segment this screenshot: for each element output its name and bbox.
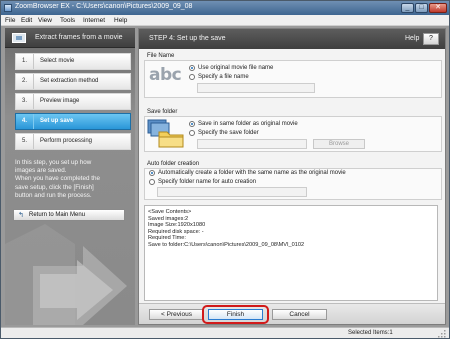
step-number: 5.	[16, 134, 34, 149]
use-original-name-radio[interactable]	[189, 65, 195, 71]
menu-help[interactable]: Help	[114, 17, 127, 24]
menu-edit[interactable]: Edit	[21, 17, 32, 24]
step-select-movie[interactable]: 1. Select movie	[15, 53, 131, 70]
step-number: 4.	[16, 114, 34, 129]
save-same-folder-radio[interactable]	[189, 121, 195, 127]
summary-line: Required disk space: -	[148, 228, 204, 235]
previous-button[interactable]: < Previous	[149, 309, 204, 320]
menu-tools[interactable]: Tools	[60, 17, 75, 24]
return-button-label: Return to Main Menu	[29, 212, 86, 218]
menu-file[interactable]: File	[5, 17, 15, 24]
minimize-button[interactable]: _	[401, 3, 414, 13]
file-name-heading: File Name	[147, 53, 175, 59]
task-panel: Extract frames from a movie 1. Select mo…	[5, 28, 135, 325]
browse-button[interactable]: Browse	[313, 139, 365, 149]
summary-line: <Save Contents>	[148, 209, 192, 215]
save-same-folder-label: Save in same folder as original movie	[198, 121, 298, 127]
step-label: Select movie	[40, 58, 75, 64]
resize-grip-icon[interactable]	[437, 329, 447, 338]
step-help-text: In this step, you set up how images are …	[15, 159, 133, 200]
close-button[interactable]: ✕	[429, 3, 447, 13]
summary-line: Required Time:	[148, 235, 186, 242]
help-line: save setup, click the [Finish]	[15, 183, 94, 191]
step-preview-image[interactable]: 3. Preview image	[15, 93, 131, 110]
maximize-button[interactable]: □	[415, 3, 428, 13]
step-set-extraction-method[interactable]: 2. Set extraction method	[15, 73, 131, 90]
summary-line: Saved images:2	[148, 215, 189, 222]
decorative-arrows	[5, 224, 127, 325]
save-summary-box: <Save Contents> Saved images:2 Image Siz…	[144, 205, 438, 301]
step-number: 1.	[16, 54, 34, 69]
help-line: images are saved.	[15, 167, 67, 175]
window-title: ZoomBrowser EX - C:\Users\canon\Pictures…	[15, 3, 193, 10]
save-folder-heading: Save folder	[147, 109, 178, 115]
specify-save-folder-radio[interactable]	[189, 130, 195, 136]
file-name-input[interactable]	[197, 83, 315, 93]
finish-button[interactable]: Finish	[208, 309, 263, 320]
wizard-footer: < Previous Finish Cancel	[139, 303, 445, 324]
status-bar: Selected Items:1	[1, 327, 449, 338]
title-bar: ZoomBrowser EX - C:\Users\canon\Pictures…	[1, 1, 449, 15]
summary-line: Image Size:1920x1080	[148, 222, 206, 229]
specify-save-folder-label: Specify the save folder	[198, 130, 259, 136]
step-title: STEP 4: Set up the save	[149, 35, 226, 42]
app-window: ZoomBrowser EX - C:\Users\canon\Pictures…	[0, 0, 450, 339]
return-arrow-icon: ↰	[18, 212, 24, 219]
cancel-button[interactable]: Cancel	[272, 309, 327, 320]
step-label: Preview image	[40, 98, 80, 104]
menu-view[interactable]: View	[38, 17, 52, 24]
use-original-name-label: Use original movie file name	[198, 65, 274, 71]
step-label: Set extraction method	[40, 78, 99, 84]
save-summary-lines: <Save Contents> Saved images:2 Image Siz…	[148, 209, 304, 249]
task-title: Extract frames from a movie	[35, 34, 123, 41]
menu-internet[interactable]: Internet	[83, 17, 105, 24]
help-line: When you have completed the	[15, 175, 101, 183]
main-panel: STEP 4: Set up the save Help ? File Name…	[138, 28, 446, 325]
auto-create-folder-label: Automatically create a folder with the s…	[158, 170, 346, 176]
step-set-up-save[interactable]: 4. Set up save	[15, 113, 131, 130]
help-line: button and run the process.	[15, 191, 92, 199]
summary-line: Save to folder:C:\Users\canon\Pictures\2…	[148, 241, 305, 248]
help-label: Help	[405, 35, 420, 42]
specify-auto-folder-label: Specify folder name for auto creation	[158, 179, 257, 185]
app-icon	[4, 4, 12, 12]
step-perform-processing[interactable]: 5. Perform processing	[15, 133, 131, 150]
step-label: Set up save	[40, 118, 74, 124]
auto-folder-heading: Auto folder creation	[147, 161, 200, 167]
abc-icon: abc	[149, 65, 182, 85]
specify-file-name-radio[interactable]	[189, 74, 195, 80]
specify-auto-folder-radio[interactable]	[149, 179, 155, 185]
specify-file-name-label: Specify a file name	[198, 74, 249, 80]
step-label: Perform processing	[40, 138, 93, 144]
step-header: STEP 4: Set up the save Help ?	[139, 29, 445, 49]
auto-create-folder-radio[interactable]	[149, 170, 155, 176]
selected-items-status: Selected Items:1	[348, 330, 393, 336]
movie-frames-icon	[12, 33, 26, 43]
menu-bar: File Edit View Tools Internet Help	[1, 15, 449, 26]
step-number: 3.	[16, 94, 34, 109]
step-number: 2.	[16, 74, 34, 89]
return-to-main-menu-button[interactable]: ↰ Return to Main Menu	[13, 209, 125, 221]
folder-icon	[147, 119, 184, 148]
help-button[interactable]: ?	[423, 33, 439, 45]
auto-folder-name-input[interactable]	[157, 187, 307, 197]
help-line: In this step, you set up how	[15, 159, 92, 166]
task-header: Extract frames from a movie	[5, 28, 135, 48]
save-folder-input[interactable]	[197, 139, 307, 149]
